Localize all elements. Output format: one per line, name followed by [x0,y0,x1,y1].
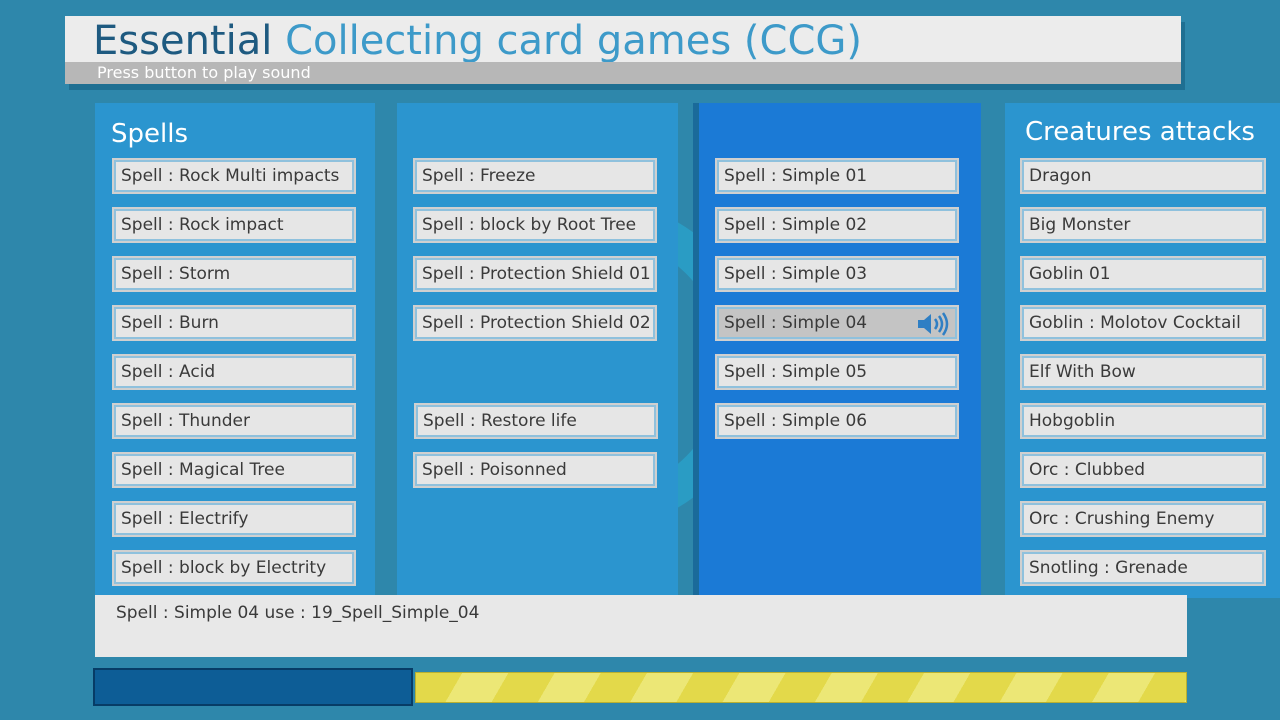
page-title: Essential Collecting card games (CCG) [93,16,862,66]
sound-button[interactable]: Spell : Acid [112,354,356,390]
title-part-essential: Essential [93,18,273,64]
progress-bar [93,668,1187,706]
sound-button-label: Spell : Simple 04 [724,313,868,333]
speaker-icon [918,312,949,336]
page-subtitle: Press button to play sound [97,63,311,82]
column-title-spells: Spells [111,119,188,149]
sound-button[interactable]: Spell : Rock impact [112,207,356,243]
sound-button[interactable]: Spell : Rock Multi impacts [112,158,356,194]
sound-button[interactable]: Dragon [1020,158,1266,194]
sound-button-active[interactable]: Spell : Simple 04 [715,305,959,341]
column-title-creatures: Creatures attacks [1025,117,1255,147]
column-spells-simple: Spell : Simple 01 Spell : Simple 02 Spel… [699,103,981,598]
sound-button[interactable]: Orc : Clubbed [1020,452,1266,488]
sound-button[interactable]: Spell : Storm [112,256,356,292]
sound-button[interactable]: Spell : Simple 01 [715,158,959,194]
title-part-ccg: Collecting card games (CCG) [285,18,862,64]
sound-button[interactable]: Spell : Burn [112,305,356,341]
progress-track [415,672,1187,703]
sound-button[interactable]: Spell : Thunder [112,403,356,439]
sound-button[interactable]: Spell : Simple 02 [715,207,959,243]
sound-button[interactable]: Big Monster [1020,207,1266,243]
sound-button[interactable]: Spell : Freeze [413,158,657,194]
sound-button[interactable]: Spell : block by Electrity [112,550,356,586]
sound-button[interactable]: Spell : Restore life [414,403,658,439]
progress-fill [93,668,413,706]
sound-button[interactable]: Spell : Electrify [112,501,356,537]
sound-button[interactable]: Orc : Crushing Enemy [1020,501,1266,537]
sound-button[interactable]: Elf With Bow [1020,354,1266,390]
sound-button[interactable]: Spell : Protection Shield 01 [413,256,657,292]
column-spells-2: Spell : Freeze Spell : block by Root Tre… [397,103,678,598]
info-text: Spell : Simple 04 use : 19_Spell_Simple_… [116,603,480,623]
sound-button[interactable]: Goblin 01 [1020,256,1266,292]
sound-button[interactable]: Spell : Magical Tree [112,452,356,488]
sound-button[interactable]: Spell : Simple 06 [715,403,959,439]
column-creatures: Creatures attacks Dragon Big Monster Gob… [1005,103,1280,598]
sound-button[interactable]: Spell : Protection Shield 02 [413,305,657,341]
sound-button[interactable]: Hobgoblin [1020,403,1266,439]
sound-button[interactable]: Spell : block by Root Tree [413,207,657,243]
info-panel: Spell : Simple 04 use : 19_Spell_Simple_… [95,595,1187,657]
sound-button[interactable]: Spell : Poisonned [413,452,657,488]
header-banner: Essential Collecting card games (CCG) Pr… [65,16,1181,84]
sound-button[interactable]: Snotling : Grenade [1020,550,1266,586]
sound-button[interactable]: Spell : Simple 05 [715,354,959,390]
sound-button[interactable]: Goblin : Molotov Cocktail [1020,305,1266,341]
column-spells: Spells Spell : Rock Multi impacts Spell … [95,103,375,598]
sound-button[interactable]: Spell : Simple 03 [715,256,959,292]
